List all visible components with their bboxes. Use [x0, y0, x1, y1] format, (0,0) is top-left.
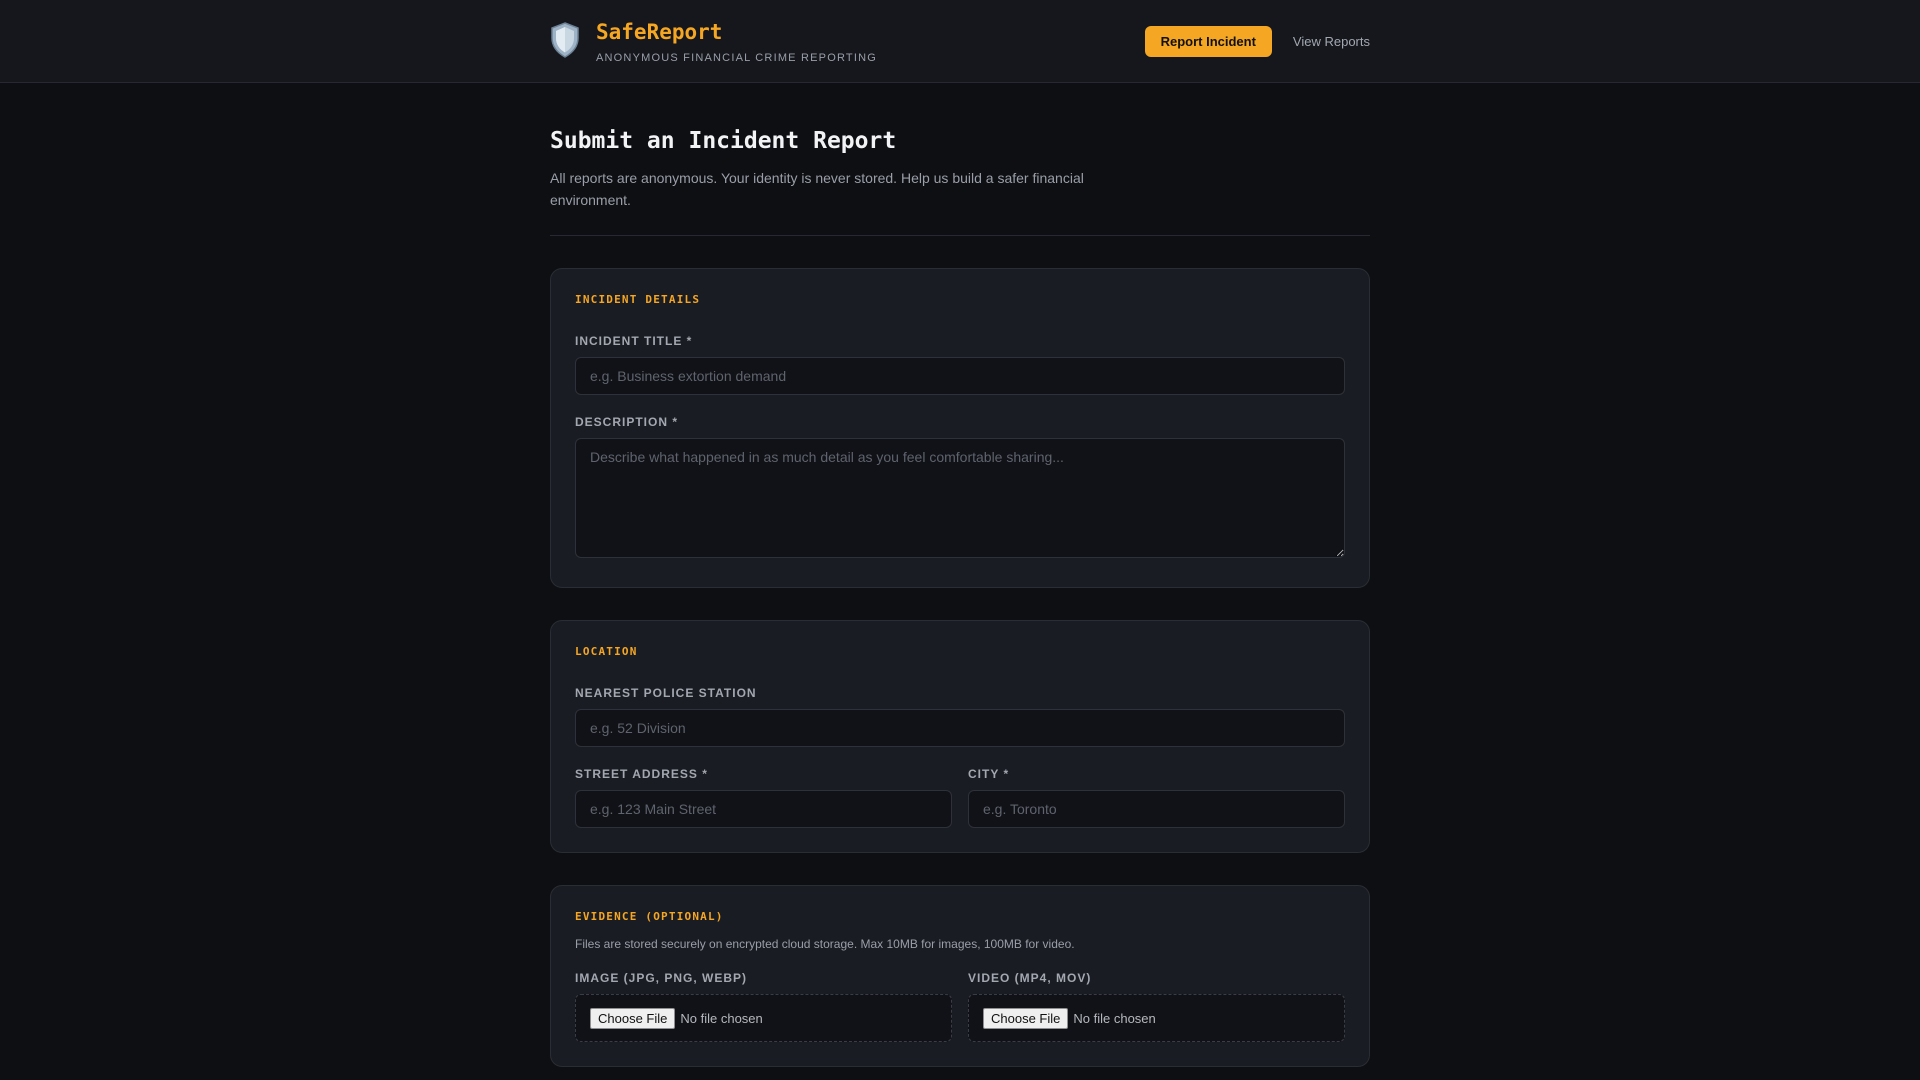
- police-station-input[interactable]: [575, 709, 1345, 747]
- video-file-status: No file chosen: [1073, 1010, 1156, 1026]
- page-description: All reports are anonymous. Your identity…: [550, 170, 1084, 208]
- main-content: Submit an Incident Report All reports ar…: [550, 83, 1370, 1067]
- city-input[interactable]: [968, 790, 1345, 828]
- header-nav: Report Incident View Reports: [1144, 26, 1370, 57]
- section-title-location: LOCATION: [575, 645, 638, 658]
- street-address-input[interactable]: [575, 790, 952, 828]
- section-title-incident-details: INCIDENT DETAILS: [575, 293, 701, 306]
- image-file-status: No file chosen: [680, 1010, 763, 1026]
- brand-tagline: ANONYMOUS FINANCIAL CRIME REPORTING: [596, 52, 877, 64]
- address-row: STREET ADDRESS * CITY *: [575, 747, 1345, 828]
- video-upload-field: VIDEO (MP4, MOV) Choose File No file cho…: [968, 971, 1345, 1042]
- description-label: DESCRIPTION *: [575, 415, 679, 429]
- shield-icon: [550, 22, 584, 62]
- street-address-field: STREET ADDRESS *: [575, 767, 952, 828]
- police-station-field: NEAREST POLICE STATION: [575, 686, 1345, 747]
- view-reports-link[interactable]: View Reports: [1293, 34, 1370, 49]
- report-incident-button[interactable]: Report Incident: [1144, 26, 1272, 57]
- image-choose-file-button[interactable]: Choose File: [590, 1007, 676, 1029]
- image-file-input[interactable]: Choose File No file chosen: [575, 994, 952, 1042]
- police-station-label: NEAREST POLICE STATION: [575, 686, 757, 700]
- brand[interactable]: SafeReport ANONYMOUS FINANCIAL CRIME REP…: [550, 18, 877, 64]
- section-title-evidence: EVIDENCE (OPTIONAL): [575, 910, 724, 923]
- incident-title-label: INCIDENT TITLE *: [575, 334, 693, 348]
- street-address-label: STREET ADDRESS *: [575, 767, 708, 781]
- city-label: CITY *: [968, 767, 1010, 781]
- image-upload-field: IMAGE (JPG, PNG, WEBP) Choose File No fi…: [575, 971, 952, 1042]
- description-textarea[interactable]: [575, 438, 1345, 558]
- incident-details-card: INCIDENT DETAILS INCIDENT TITLE * DESCRI…: [550, 268, 1370, 588]
- image-upload-label: IMAGE (JPG, PNG, WEBP): [575, 971, 748, 985]
- page-title: Submit an Incident Report: [550, 128, 897, 154]
- location-card: LOCATION NEAREST POLICE STATION STREET A…: [550, 620, 1370, 853]
- evidence-row: IMAGE (JPG, PNG, WEBP) Choose File No fi…: [575, 951, 1345, 1042]
- incident-title-field: INCIDENT TITLE *: [575, 334, 1345, 395]
- divider: [550, 235, 1370, 236]
- video-choose-file-button[interactable]: Choose File: [983, 1007, 1069, 1029]
- evidence-note: Files are stored securely on encrypted c…: [575, 937, 1075, 951]
- incident-title-input[interactable]: [575, 357, 1345, 395]
- brand-name: SafeReport: [596, 20, 723, 44]
- video-upload-label: VIDEO (MP4, MOV): [968, 971, 1092, 985]
- top-navigation-bar: SafeReport ANONYMOUS FINANCIAL CRIME REP…: [0, 0, 1920, 83]
- video-file-input[interactable]: Choose File No file chosen: [968, 994, 1345, 1042]
- city-field: CITY *: [968, 767, 1345, 828]
- evidence-card: EVIDENCE (OPTIONAL) Files are stored sec…: [550, 885, 1370, 1067]
- description-field: DESCRIPTION *: [575, 415, 1345, 563]
